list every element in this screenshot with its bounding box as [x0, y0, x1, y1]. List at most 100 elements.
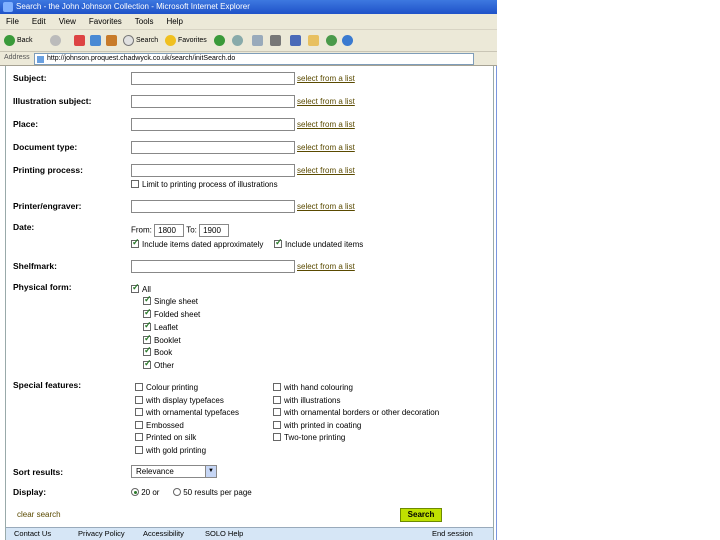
physical-form-option[interactable]: Booklet — [143, 333, 181, 345]
address-input[interactable]: http://johnson.proquest.chadwyck.co.uk/s… — [34, 53, 474, 65]
menu-view[interactable]: View — [59, 14, 76, 30]
printer-engraver-select-link[interactable]: select from a list — [297, 202, 355, 211]
two-tone-checkbox[interactable] — [273, 433, 281, 441]
physical-form-option[interactable]: Single sheet — [143, 294, 198, 306]
print-button[interactable] — [270, 34, 283, 48]
shelfmark-select-link[interactable]: select from a list — [297, 262, 355, 271]
book-checkbox[interactable] — [143, 345, 152, 356]
special-feature-option[interactable]: Colour printing — [135, 383, 198, 392]
favorites-button[interactable]: Favorites — [165, 34, 207, 48]
include-approx-option[interactable]: Include items dated approximately — [131, 237, 263, 249]
special-feature-option[interactable]: with ornamental borders or other decorat… — [273, 408, 439, 417]
messenger-button[interactable] — [326, 34, 339, 48]
mail-button[interactable] — [252, 34, 265, 48]
sort-select[interactable]: Relevance ▼ — [131, 465, 217, 478]
ornamental-borders-checkbox[interactable] — [273, 408, 281, 416]
subject-input[interactable] — [131, 72, 295, 85]
special-feature-option[interactable]: with printed in coating — [273, 421, 361, 430]
star-icon — [165, 34, 176, 46]
menu-file[interactable]: File — [6, 14, 19, 30]
special-feature-option[interactable]: with hand colouring — [273, 383, 353, 392]
menu-favorites[interactable]: Favorites — [89, 14, 122, 30]
search-button[interactable]: Search — [400, 508, 442, 522]
special-feature-option[interactable]: Two-tone printing — [273, 433, 345, 442]
place-input[interactable] — [131, 118, 295, 131]
ornamental-typefaces-checkbox[interactable] — [135, 408, 143, 416]
accessibility-link[interactable]: Accessibility — [143, 528, 184, 540]
limit-illustrations-checkbox[interactable] — [131, 180, 139, 188]
from-input[interactable]: 1800 — [154, 224, 185, 237]
include-approx-checkbox[interactable] — [131, 237, 140, 248]
physical-form-option[interactable]: Book — [143, 345, 172, 357]
physical-form-all-checkbox[interactable] — [131, 282, 140, 293]
shelfmark-input[interactable] — [131, 260, 295, 273]
search-toolbar-button[interactable]: Search — [123, 34, 158, 48]
end-session-link[interactable]: End session — [432, 528, 473, 540]
subject-select-link[interactable]: select from a list — [297, 74, 355, 83]
help-link[interactable]: SOLO Help — [205, 528, 243, 540]
limit-illustrations-option[interactable]: Limit to printing process of illustratio… — [131, 180, 278, 189]
magnifier-icon — [123, 34, 134, 46]
leaflet-checkbox[interactable] — [143, 320, 152, 331]
display-50-option[interactable]: 50 results per page — [173, 488, 252, 497]
clear-search-link[interactable]: clear search — [17, 510, 61, 519]
hand-colouring-checkbox[interactable] — [273, 383, 281, 391]
special-feature-option[interactable]: with ornamental typefaces — [135, 408, 239, 417]
back-button[interactable]: Back — [4, 34, 33, 48]
privacy-link[interactable]: Privacy Policy — [78, 528, 125, 540]
physical-form-option[interactable]: Folded sheet — [143, 307, 200, 319]
display-label: Display: — [13, 487, 47, 497]
special-feature-option[interactable]: Printed on silk — [135, 433, 196, 442]
include-undated-checkbox[interactable] — [274, 237, 283, 248]
printing-process-select-link[interactable]: select from a list — [297, 166, 355, 175]
forward-arrow-icon — [50, 34, 61, 46]
physical-form-all[interactable]: All — [131, 282, 151, 294]
printed-coating-checkbox[interactable] — [273, 421, 281, 429]
folded-sheet-checkbox[interactable] — [143, 307, 152, 318]
stop-button[interactable] — [74, 34, 87, 48]
illustration-subject-select-link[interactable]: select from a list — [297, 97, 355, 106]
research-button[interactable] — [342, 34, 355, 48]
to-input[interactable]: 1900 — [199, 224, 230, 237]
menu-edit[interactable]: Edit — [32, 14, 46, 30]
embossed-checkbox[interactable] — [135, 421, 143, 429]
history-button[interactable] — [232, 34, 245, 48]
special-feature-option[interactable]: with display typefaces — [135, 396, 224, 405]
document-type-input[interactable] — [131, 141, 295, 154]
include-undated-option[interactable]: Include undated items — [274, 237, 363, 249]
menu-tools[interactable]: Tools — [135, 14, 154, 30]
illustrations-checkbox[interactable] — [273, 396, 281, 404]
physical-form-option[interactable]: Other — [143, 358, 174, 370]
home-button[interactable] — [106, 34, 119, 48]
booklet-checkbox[interactable] — [143, 333, 152, 344]
menu-help[interactable]: Help — [166, 14, 182, 30]
forward-button[interactable] — [50, 34, 63, 48]
single-sheet-checkbox[interactable] — [143, 294, 152, 305]
special-feature-option[interactable]: with gold printing — [135, 446, 206, 455]
folder-icon — [308, 34, 319, 46]
contact-link[interactable]: Contact Us — [14, 528, 51, 540]
other-checkbox[interactable] — [143, 358, 152, 369]
printer-engraver-input[interactable] — [131, 200, 295, 213]
special-feature-option[interactable]: with illustrations — [273, 396, 340, 405]
folder-button[interactable] — [308, 34, 321, 48]
gold-printing-checkbox[interactable] — [135, 446, 143, 454]
special-feature-option[interactable]: Embossed — [135, 421, 184, 430]
display-20-option[interactable]: 20 or — [131, 488, 159, 497]
place-select-link[interactable]: select from a list — [297, 120, 355, 129]
title-bar: Search - the John Johnson Collection - M… — [0, 0, 497, 14]
chevron-down-icon[interactable]: ▼ — [205, 466, 216, 477]
physical-form-option[interactable]: Leaflet — [143, 320, 178, 332]
colour-printing-checkbox[interactable] — [135, 383, 143, 391]
display-typefaces-checkbox[interactable] — [135, 396, 143, 404]
media-button[interactable] — [214, 34, 227, 48]
document-type-select-link[interactable]: select from a list — [297, 143, 355, 152]
refresh-button[interactable] — [90, 34, 103, 48]
printed-on-silk-checkbox[interactable] — [135, 433, 143, 441]
display-20-radio[interactable] — [131, 488, 139, 496]
printing-process-label: Printing process: — [13, 165, 83, 175]
illustration-subject-input[interactable] — [131, 95, 295, 108]
edit-button[interactable] — [290, 34, 303, 48]
printing-process-input[interactable] — [131, 164, 295, 177]
display-50-radio[interactable] — [173, 488, 181, 496]
